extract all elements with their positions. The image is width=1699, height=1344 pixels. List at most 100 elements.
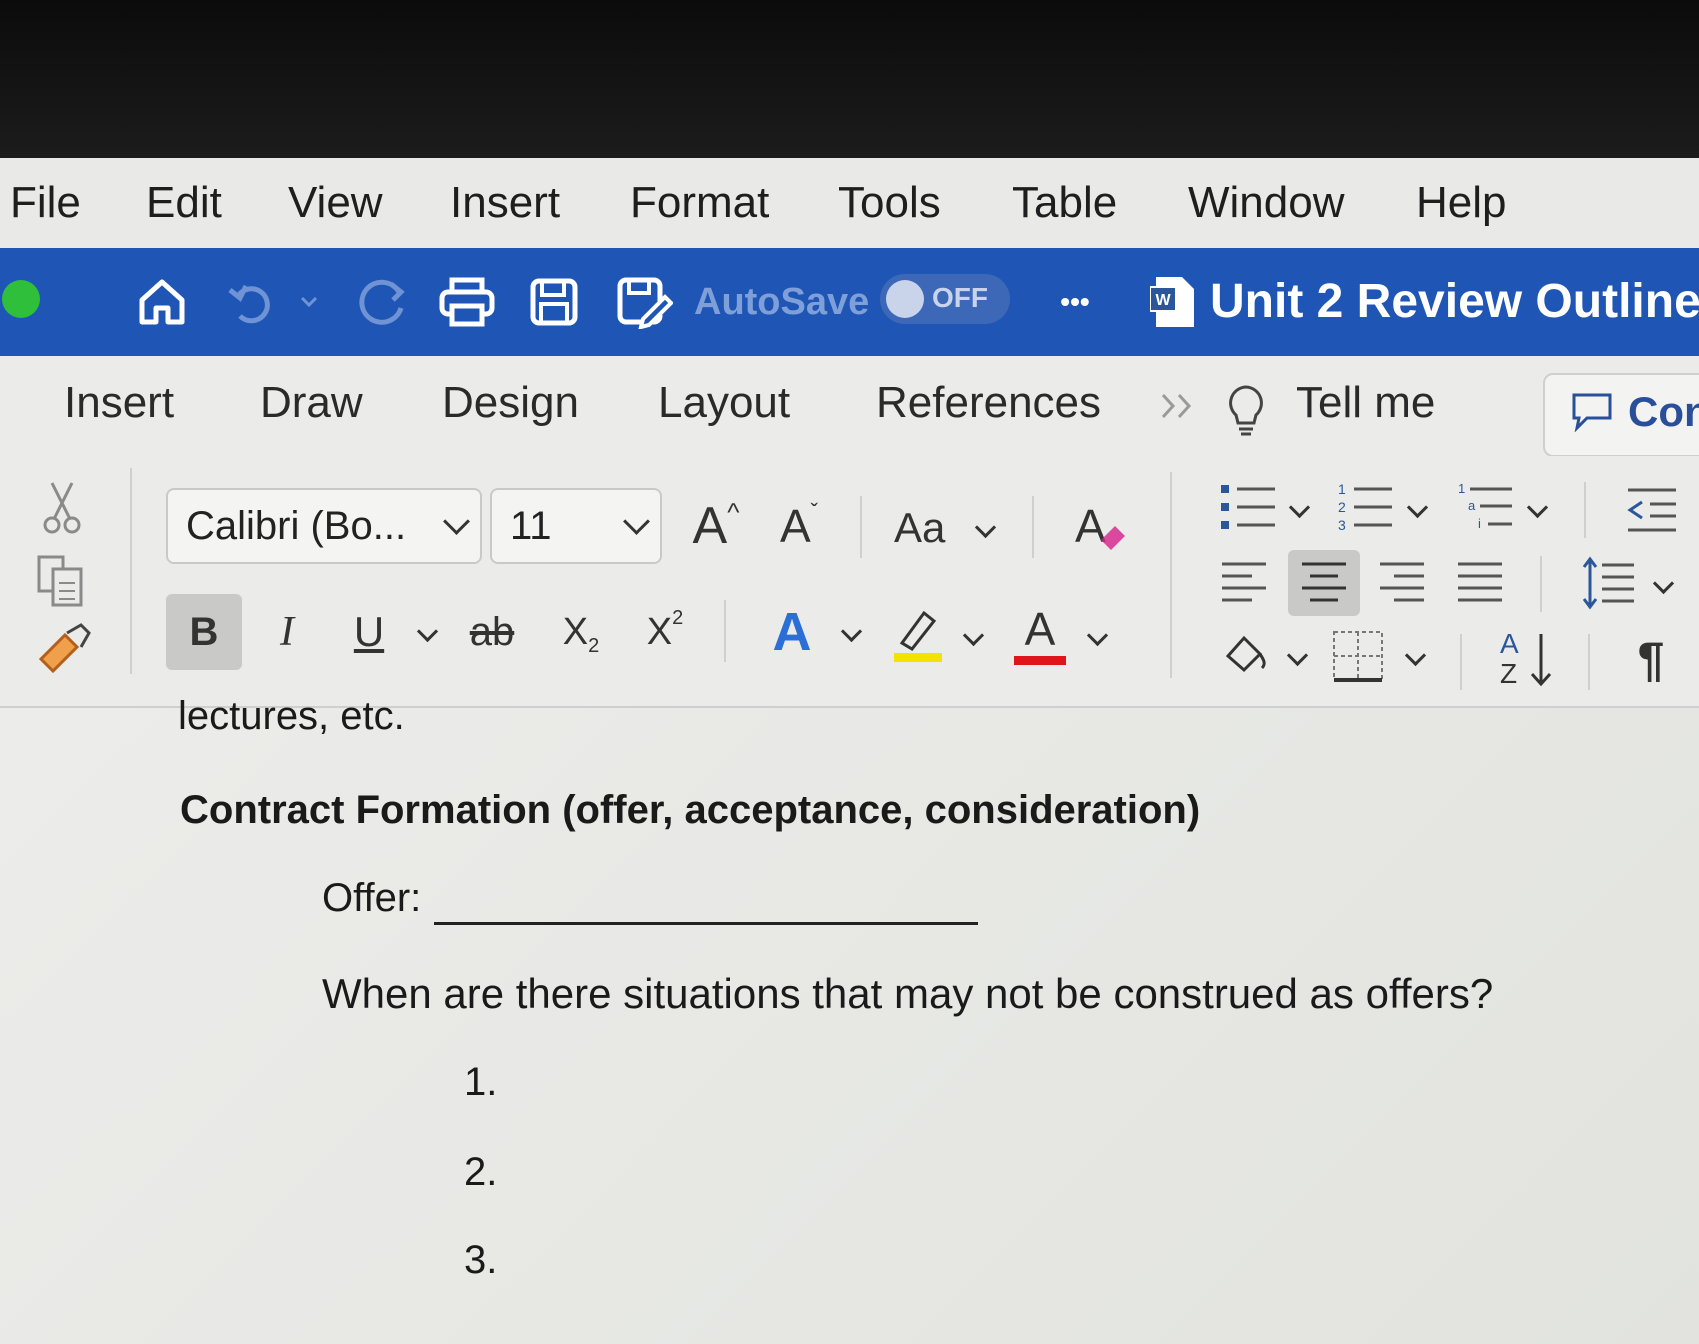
line-spacing-icon[interactable] (1578, 552, 1638, 614)
sort-label-bottom: Z (1500, 658, 1518, 689)
chevron-down-icon (443, 508, 470, 535)
more-tabs-chevron-icon[interactable] (1158, 382, 1200, 430)
menu-file[interactable]: File (10, 178, 81, 228)
copy-icon[interactable] (34, 552, 90, 610)
subscript-button[interactable]: X2 (556, 596, 606, 668)
home-icon[interactable] (132, 248, 192, 356)
font-color-swatch (1014, 655, 1066, 665)
align-center-icon[interactable] (1288, 550, 1360, 616)
shrink-font-label: A (779, 500, 811, 552)
document-title: Unit 2 Review Outline.c (1210, 275, 1699, 328)
ribbon-separator (130, 468, 132, 674)
italic-button[interactable]: I (262, 596, 312, 668)
comments-label: Con (1628, 388, 1699, 435)
caret-up-icon: ^ (727, 496, 740, 527)
change-case-button[interactable]: Aa (894, 490, 1000, 566)
ribbon-separator (1584, 482, 1586, 538)
print-icon[interactable] (436, 248, 498, 356)
offer-blank-line (434, 922, 978, 925)
sort-button[interactable]: A Z (1494, 628, 1560, 692)
window-zoom-button[interactable] (2, 280, 40, 318)
clear-formatting-icon[interactable]: A (1068, 492, 1134, 564)
document-heading: Contract Formation (offer, acceptance, c… (180, 788, 1201, 832)
comment-icon (1570, 390, 1614, 434)
autosave-toggle[interactable]: OFF (880, 274, 1010, 324)
question-text: When are there situations that may not b… (322, 970, 1494, 1017)
shrink-font-button[interactable]: Aˇ (770, 488, 828, 564)
svg-text:1: 1 (1338, 481, 1346, 497)
superscript-label: X (646, 610, 673, 653)
superscript-button[interactable]: X2 (640, 596, 690, 668)
tab-references[interactable]: References (876, 378, 1101, 428)
undo-dropdown-chevron-icon[interactable] (295, 248, 323, 356)
save-icon[interactable] (524, 248, 584, 356)
tell-me-search[interactable]: Tell me (1296, 378, 1435, 428)
menu-view[interactable]: View (288, 178, 383, 228)
svg-text:i: i (1478, 516, 1481, 531)
borders-icon[interactable] (1328, 626, 1388, 686)
list-item-number: 1. (464, 1060, 498, 1104)
menu-table[interactable]: Table (1012, 178, 1117, 228)
menu-insert[interactable]: Insert (450, 178, 560, 228)
font-name-combo[interactable]: Calibri (Bo... (166, 488, 482, 564)
bullets-icon[interactable] (1216, 478, 1280, 538)
svg-text:1: 1 (1458, 481, 1465, 496)
tab-design[interactable]: Design (442, 378, 579, 428)
format-painter-icon[interactable] (36, 622, 92, 678)
text-effects-button[interactable]: A (760, 596, 824, 668)
save-as-icon[interactable] (612, 248, 676, 356)
numbering-icon[interactable]: 1 2 3 (1334, 478, 1396, 538)
ribbon-separator (1540, 556, 1542, 612)
more-commands-button[interactable]: ••• (1050, 248, 1100, 356)
svg-text:W: W (1155, 292, 1171, 309)
undo-icon[interactable] (222, 248, 282, 356)
menu-help[interactable]: Help (1416, 178, 1507, 228)
cut-icon[interactable] (40, 480, 84, 536)
justify-icon[interactable] (1452, 552, 1508, 614)
font-color-button[interactable]: A (1010, 600, 1070, 670)
sort-label-top: A (1500, 628, 1519, 659)
multilevel-list-icon[interactable]: 1ai (1454, 478, 1516, 538)
tab-insert[interactable]: Insert (64, 378, 174, 428)
show-formatting-marks-button[interactable]: ¶ (1626, 628, 1676, 692)
font-size-combo[interactable]: 11 (490, 488, 662, 564)
decrease-indent-icon[interactable] (1622, 482, 1682, 538)
menu-window[interactable]: Window (1188, 178, 1345, 228)
svg-text:a: a (1468, 498, 1476, 513)
svg-text:3: 3 (1338, 517, 1346, 533)
highlight-marker-icon[interactable] (888, 600, 948, 670)
document-line: lectures, etc. (178, 694, 405, 738)
shading-bucket-icon[interactable] (1218, 626, 1274, 682)
subscript-mark: 2 (588, 634, 600, 657)
align-right-icon[interactable] (1374, 552, 1430, 614)
ribbon-separator (1032, 496, 1034, 558)
grow-font-label: A (692, 497, 728, 555)
screen-bezel (0, 0, 1699, 158)
change-case-label: Aa (894, 504, 946, 551)
ribbon-tabs-bar (0, 356, 1699, 456)
align-left-icon[interactable] (1216, 552, 1272, 614)
ribbon-separator (1588, 634, 1590, 690)
word-document-icon: W (1148, 248, 1198, 356)
grow-font-button[interactable]: A ^ (682, 488, 750, 564)
list-item-number: 2. (464, 1150, 498, 1194)
offer-label: Offer: (322, 876, 422, 920)
font-color-label: A (1024, 602, 1056, 655)
ribbon-separator (860, 496, 862, 558)
menu-format[interactable]: Format (630, 178, 769, 228)
toggle-knob (886, 280, 924, 318)
menu-tools[interactable]: Tools (838, 178, 941, 228)
ribbon-separator (1460, 634, 1462, 690)
svg-text:A: A (1075, 500, 1106, 552)
strikethrough-button[interactable]: ab (462, 596, 522, 668)
bold-button[interactable]: B (166, 594, 242, 670)
menu-bar: File Edit View Insert Format Tools Table… (0, 158, 1699, 248)
underline-button[interactable]: U (344, 596, 394, 668)
tab-layout[interactable]: Layout (658, 378, 790, 428)
caret-down-icon: ˇ (810, 499, 818, 524)
autosave-text: AutoSave (694, 280, 870, 323)
lightbulb-icon[interactable] (1222, 380, 1270, 440)
menu-edit[interactable]: Edit (146, 178, 222, 228)
tab-draw[interactable]: Draw (260, 378, 363, 428)
redo-icon[interactable] (350, 248, 412, 356)
